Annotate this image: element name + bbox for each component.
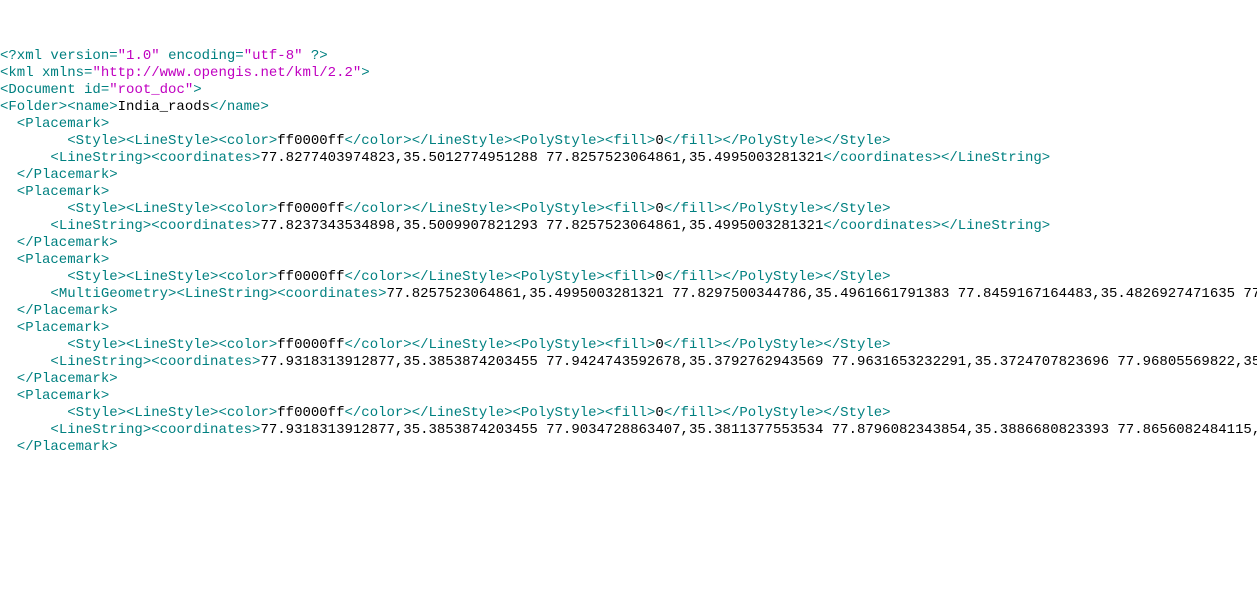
xml-val: "utf-8" bbox=[244, 48, 303, 64]
xml-tag: </Placemark> bbox=[0, 303, 118, 319]
xml-val: "1.0" bbox=[118, 48, 160, 64]
xml-tag: </fill></PolyStyle></Style> bbox=[664, 201, 891, 217]
xml-txt: ff0000ff bbox=[277, 405, 344, 421]
xml-txt bbox=[0, 218, 50, 234]
xml-txt: 0 bbox=[655, 337, 663, 353]
xml-txt bbox=[0, 269, 67, 285]
xml-txt bbox=[0, 422, 50, 438]
xml-pi: <?xml bbox=[0, 48, 50, 64]
xml-txt bbox=[0, 337, 67, 353]
xml-attr: encoding= bbox=[168, 48, 244, 64]
xml-txt: 77.9318313912877,35.3853874203455 77.942… bbox=[260, 354, 1257, 370]
xml-txt bbox=[0, 354, 50, 370]
xml-txt: ff0000ff bbox=[277, 337, 344, 353]
xml-tag: <LineString><coordinates> bbox=[50, 354, 260, 370]
xml-tag: <LineString><coordinates> bbox=[50, 422, 260, 438]
xml-txt bbox=[0, 286, 50, 302]
xml-txt: 0 bbox=[655, 133, 663, 149]
xml-val: "root_doc" bbox=[109, 82, 193, 98]
xml-txt bbox=[0, 405, 67, 421]
xml-attr: version= bbox=[50, 48, 117, 64]
xml-txt: 77.8237343534898,35.5009907821293 77.825… bbox=[260, 218, 823, 234]
xml-tag: <Placemark> bbox=[0, 184, 109, 200]
xml-tag: </color></LineStyle><PolyStyle><fill> bbox=[344, 133, 655, 149]
xml-tag: > bbox=[361, 65, 369, 81]
xml-tag: </Placemark> bbox=[0, 235, 118, 251]
xml-txt: 77.8277403974823,35.5012774951288 77.825… bbox=[260, 150, 823, 166]
xml-txt: ff0000ff bbox=[277, 201, 344, 217]
xml-txt bbox=[0, 133, 67, 149]
xml-tag: </fill></PolyStyle></Style> bbox=[664, 269, 891, 285]
xml-tag: </name> bbox=[210, 99, 269, 115]
xml-tag: <Folder><name> bbox=[0, 99, 118, 115]
xml-source: <?xml version="1.0" encoding="utf-8" ?> … bbox=[0, 48, 1257, 456]
xml-attr: xmlns= bbox=[42, 65, 92, 81]
xml-tag: <Document bbox=[0, 82, 84, 98]
xml-attr: id= bbox=[84, 82, 109, 98]
xml-tag: <Style><LineStyle><color> bbox=[67, 405, 277, 421]
xml-txt bbox=[0, 150, 50, 166]
xml-tag: </Placemark> bbox=[0, 371, 118, 387]
xml-tag: </color></LineStyle><PolyStyle><fill> bbox=[344, 269, 655, 285]
xml-txt: 77.8257523064861,35.4995003281321 77.829… bbox=[386, 286, 1257, 302]
xml-tag: <Style><LineStyle><color> bbox=[67, 201, 277, 217]
xml-txt: 77.9318313912877,35.3853874203455 77.903… bbox=[260, 422, 1257, 438]
xml-tag: </color></LineStyle><PolyStyle><fill> bbox=[344, 201, 655, 217]
xml-tag: <Style><LineStyle><color> bbox=[67, 269, 277, 285]
xml-pi: ?> bbox=[303, 48, 328, 64]
xml-tag: </Placemark> bbox=[0, 167, 118, 183]
xml-txt: 0 bbox=[655, 269, 663, 285]
xml-txt: ff0000ff bbox=[277, 269, 344, 285]
xml-txt: ff0000ff bbox=[277, 133, 344, 149]
xml-tag: <Placemark> bbox=[0, 388, 109, 404]
xml-val: "http://www.opengis.net/kml/2.2" bbox=[92, 65, 361, 81]
xml-tag: <kml bbox=[0, 65, 42, 81]
xml-tag: </fill></PolyStyle></Style> bbox=[664, 405, 891, 421]
xml-txt: India_raods bbox=[118, 99, 210, 115]
xml-txt: 0 bbox=[655, 201, 663, 217]
xml-tag: <Placemark> bbox=[0, 116, 109, 132]
xml-txt: 0 bbox=[655, 405, 663, 421]
xml-pi bbox=[160, 48, 168, 64]
xml-tag: </coordinates></LineString> bbox=[823, 150, 1050, 166]
xml-tag: <Placemark> bbox=[0, 320, 109, 336]
xml-tag: <MultiGeometry><LineString><coordinates> bbox=[50, 286, 386, 302]
xml-tag: </fill></PolyStyle></Style> bbox=[664, 337, 891, 353]
xml-tag: </color></LineStyle><PolyStyle><fill> bbox=[344, 337, 655, 353]
xml-tag: <Style><LineStyle><color> bbox=[67, 133, 277, 149]
xml-tag: <LineString><coordinates> bbox=[50, 218, 260, 234]
xml-tag: </coordinates></LineString> bbox=[823, 218, 1050, 234]
xml-tag: <LineString><coordinates> bbox=[50, 150, 260, 166]
xml-tag: </Placemark> bbox=[0, 439, 118, 455]
xml-txt bbox=[0, 201, 67, 217]
xml-tag: > bbox=[193, 82, 201, 98]
xml-tag: </color></LineStyle><PolyStyle><fill> bbox=[344, 405, 655, 421]
xml-tag: </fill></PolyStyle></Style> bbox=[664, 133, 891, 149]
xml-tag: <Placemark> bbox=[0, 252, 109, 268]
xml-tag: <Style><LineStyle><color> bbox=[67, 337, 277, 353]
